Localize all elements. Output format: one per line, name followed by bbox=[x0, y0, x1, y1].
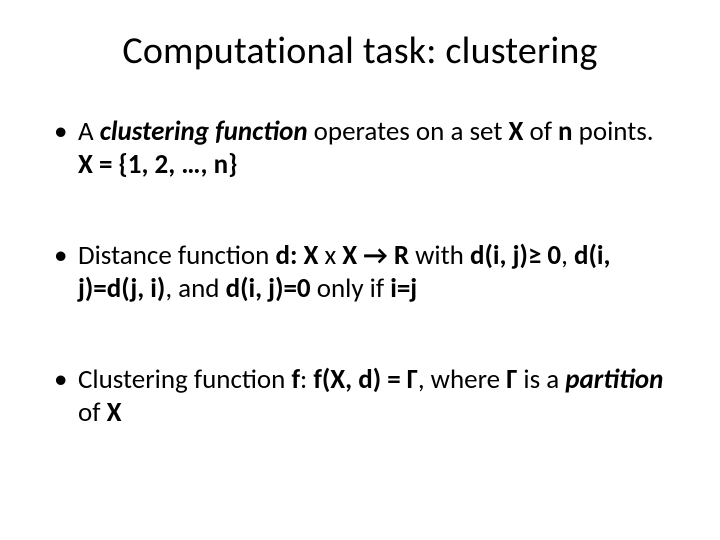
slide: Computational task: clustering A cluster… bbox=[0, 0, 720, 540]
text-bold: X bbox=[508, 115, 523, 148]
text-bold: i=j bbox=[390, 272, 417, 305]
bullet-1: A clustering function operates on a set … bbox=[50, 116, 670, 182]
text-bold: X bbox=[107, 396, 122, 429]
text: only if bbox=[317, 272, 391, 305]
text-bold: Γ bbox=[506, 363, 517, 396]
text: Clustering function bbox=[78, 363, 291, 396]
text: x bbox=[318, 239, 342, 272]
bullet-list: A clustering function operates on a set … bbox=[50, 116, 670, 430]
text: points. bbox=[573, 115, 654, 148]
text: : bbox=[300, 363, 313, 396]
text: of bbox=[523, 115, 558, 148]
slide-title: Computational task: clustering bbox=[50, 28, 670, 74]
bullet-2: Distance function d: X x X → R with d(i,… bbox=[50, 240, 670, 306]
bullet-3: Clustering function f: f(X, d) = Γ, wher… bbox=[50, 364, 670, 430]
text-bold: X bbox=[342, 239, 363, 272]
text: is a bbox=[517, 363, 565, 396]
text-bold: n bbox=[558, 115, 573, 148]
text: Distance function bbox=[78, 239, 275, 272]
text-bold-italic: partition bbox=[565, 363, 663, 396]
arrow-icon: → bbox=[363, 239, 387, 272]
text: , where bbox=[418, 363, 506, 396]
text-bold: X = {1, 2, …, n} bbox=[78, 148, 237, 181]
text: with bbox=[409, 239, 470, 272]
text-bold: R bbox=[388, 239, 409, 272]
text-bold: d: X bbox=[275, 239, 318, 272]
text: A bbox=[78, 115, 100, 148]
text-bold: d(i, j)=0 bbox=[226, 272, 317, 305]
text-bold-italic: clustering function bbox=[100, 115, 308, 148]
text: of bbox=[78, 396, 107, 429]
text-bold: d(i, j)≥ 0 bbox=[470, 239, 561, 272]
text: , and bbox=[165, 272, 225, 305]
text-bold: f bbox=[291, 363, 300, 396]
text-bold: f(X, d) = Γ bbox=[313, 363, 418, 396]
text: , bbox=[561, 239, 574, 272]
text: operates on a set bbox=[308, 115, 509, 148]
